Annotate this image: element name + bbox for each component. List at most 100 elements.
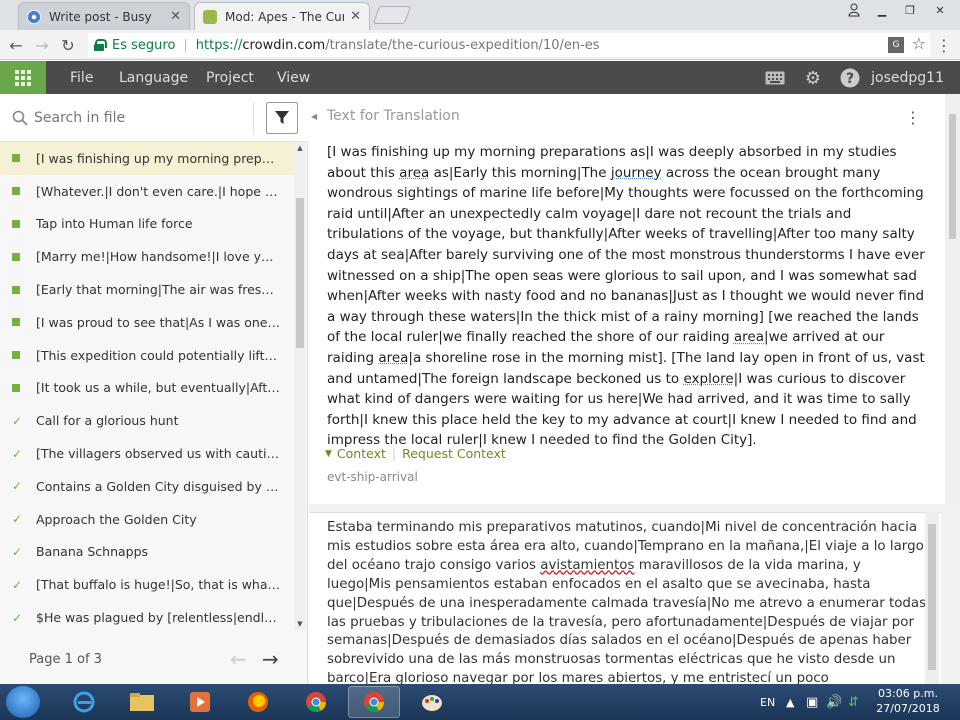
browser-tab-crowdin[interactable]: Mod: Apes - The Curious ✕: [194, 2, 370, 30]
string-list: [I was finishing up my morning preparati…: [0, 142, 294, 630]
crowdin-favicon-icon: [203, 9, 217, 24]
string-list-item[interactable]: [Marry me!|How handsome!|I love you!|Be …: [0, 240, 294, 273]
profile-icon[interactable]: [840, 0, 868, 20]
filter-icon: [275, 111, 289, 124]
filter-button[interactable]: [266, 102, 298, 134]
string-text: [Whatever.|I don't even care.|I hope you…: [36, 183, 280, 199]
context-link[interactable]: Context: [337, 446, 386, 461]
help-icon[interactable]: ?: [839, 67, 861, 89]
forward-arrow-icon[interactable]: →: [32, 35, 52, 55]
address-bar[interactable]: Es seguro | https:// crowdin.com /transl…: [88, 33, 930, 57]
string-list-item[interactable]: [It took us a while, but eventually|Afte…: [0, 372, 294, 405]
start-button[interactable]: [6, 686, 40, 718]
glossary-term[interactable]: area: [378, 350, 408, 366]
clock[interactable]: 03:06 p.m. 27/07/2018: [872, 686, 944, 716]
string-list-item[interactable]: ✓ Contains a Golden City disguised by a s…: [0, 470, 294, 503]
file-explorer-icon[interactable]: [116, 686, 168, 718]
keyboard-icon[interactable]: [764, 67, 786, 89]
source-text: [I was finishing up my morning preparati…: [327, 142, 927, 451]
volume-icon[interactable]: 🔊: [826, 684, 842, 720]
media-player-icon[interactable]: [174, 686, 226, 718]
string-list-item[interactable]: [I was finishing up my morning preparati…: [0, 142, 294, 175]
string-text: [Early that morning|The air was fresh an…: [36, 282, 280, 298]
glossary-term[interactable]: explore: [683, 371, 733, 387]
search-input[interactable]: [34, 106, 244, 130]
window-close-icon[interactable]: ✕: [926, 0, 954, 20]
language-indicator[interactable]: EN: [760, 684, 775, 720]
string-list-item[interactable]: ✓ [The villagers observed us with caution…: [0, 437, 294, 470]
secure-indicator[interactable]: Es seguro: [94, 38, 175, 53]
translation-text[interactable]: Estaba terminando mis preparativos matut…: [327, 519, 927, 708]
menu-file[interactable]: File: [70, 61, 93, 94]
source-text-part: as|Early this morning|The: [429, 164, 611, 181]
menu-project[interactable]: Project: [206, 61, 254, 94]
tray-app-icon[interactable]: ▣: [806, 684, 818, 720]
source-scrollbar[interactable]: [945, 94, 960, 504]
string-list-item[interactable]: [Whatever.|I don't even care.|I hope you…: [0, 175, 294, 208]
translation-scrollbar[interactable]: [925, 512, 939, 684]
translation-editor[interactable]: Estaba terminando mis preparativos matut…: [309, 512, 941, 705]
string-list-scrollbar[interactable]: ▲ ▼: [294, 142, 306, 630]
request-context-link[interactable]: Request Context: [402, 446, 506, 461]
new-tab-button[interactable]: [372, 6, 412, 24]
editor-panel: ◀ Text for Translation ⋮ [I was finishin…: [309, 94, 960, 705]
string-list-item[interactable]: Tap into Human life force: [0, 208, 294, 241]
chrome-active-icon[interactable]: [348, 686, 400, 718]
network-icon[interactable]: ⇵: [848, 684, 859, 720]
string-list-item[interactable]: ✓ Banana Schnapps: [0, 536, 294, 569]
back-arrow-icon[interactable]: ←: [6, 35, 26, 55]
chrome-icon[interactable]: [290, 686, 342, 718]
string-list-item[interactable]: ✓ Call for a glorious hunt: [0, 404, 294, 437]
glossary-term[interactable]: area: [734, 329, 764, 345]
translated-status-icon: [12, 351, 20, 360]
username-menu[interactable]: josedpg11: [871, 61, 944, 94]
collapse-arrow-icon[interactable]: ◀: [311, 112, 317, 121]
tab-title: Mod: Apes - The Curious: [225, 9, 344, 24]
clock-time: 03:06 p.m.: [878, 687, 938, 700]
url-path: /translate/the-curious-expedition/10/en-…: [325, 37, 600, 53]
next-page-arrow-icon[interactable]: →: [262, 647, 279, 671]
string-list-item[interactable]: [Early that morning|The air was fresh an…: [0, 273, 294, 306]
glossary-term[interactable]: area: [399, 165, 429, 181]
app-header: File Language Project View ⚙ ? josedpg11: [0, 61, 960, 94]
reload-icon[interactable]: ↻: [58, 35, 78, 55]
paint-icon[interactable]: [406, 686, 458, 718]
string-text: [This expedition could potentially lift …: [36, 347, 280, 363]
close-icon[interactable]: ✕: [170, 9, 181, 24]
internet-explorer-icon[interactable]: [58, 686, 110, 718]
string-list-item[interactable]: ✓ [That buffalo is huge!|So, that is what…: [0, 568, 294, 601]
string-list-item[interactable]: [I was proud to see that|As I was one of…: [0, 306, 294, 339]
bookmark-star-icon[interactable]: ☆: [912, 34, 926, 53]
divider: [253, 102, 254, 134]
string-text: Approach the Golden City: [36, 511, 197, 527]
firefox-icon[interactable]: [232, 686, 284, 718]
string-text: [The villagers observed us with caution …: [36, 446, 280, 462]
gear-icon[interactable]: ⚙: [802, 67, 824, 89]
string-list-item[interactable]: ✓ Approach the Golden City: [0, 503, 294, 536]
grid-icon: [15, 69, 31, 86]
string-list-item[interactable]: [This expedition could potentially lift …: [0, 339, 294, 372]
close-icon[interactable]: ✕: [350, 9, 361, 24]
minimize-icon[interactable]: ▁: [868, 0, 896, 20]
string-text: Contains a Golden City disguised by a sh…: [36, 478, 280, 494]
approved-check-icon: ✓: [12, 512, 23, 527]
menu-language[interactable]: Language: [119, 61, 188, 94]
translated-status-icon: [12, 187, 20, 196]
translate-icon[interactable]: G: [888, 37, 904, 53]
tray-chevron-icon[interactable]: ▲: [786, 684, 794, 720]
scrollbar-thumb[interactable]: [949, 114, 956, 239]
prev-page-arrow-icon[interactable]: ←: [230, 647, 247, 671]
more-options-icon[interactable]: ⋮: [905, 108, 921, 127]
scrollbar-thumb[interactable]: [928, 524, 936, 670]
url-host: crowdin.com: [242, 37, 326, 53]
browser-menu-icon[interactable]: ⋮: [934, 35, 954, 55]
scrollbar-thumb[interactable]: [296, 198, 304, 348]
menu-view[interactable]: View: [277, 61, 310, 94]
misspelled-word[interactable]: avistamientos: [540, 558, 634, 573]
grid-menu-button[interactable]: [0, 61, 46, 94]
divider: |: [183, 37, 188, 53]
string-list-item[interactable]: ✓ $He was plagued by [relentless|endless]…: [0, 601, 294, 630]
restore-icon[interactable]: ❐: [896, 0, 924, 20]
glossary-term[interactable]: journey: [611, 165, 662, 181]
browser-tab-write-post[interactable]: Write post - Busy ✕: [18, 2, 190, 30]
